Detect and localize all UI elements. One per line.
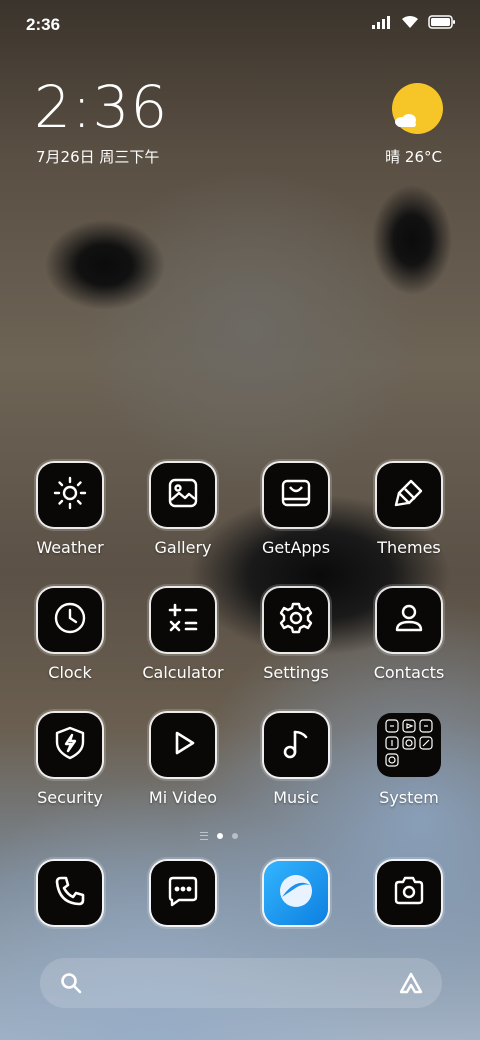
dock-phone[interactable] [14,861,126,925]
app-clock[interactable]: Clock [14,588,126,682]
clock-widget-time[interactable]: 2:36 [34,78,168,136]
app-music[interactable]: Music [240,713,352,807]
app-security[interactable]: Security [14,713,126,807]
app-label: Weather [36,538,104,557]
app-label: Calculator [142,663,224,682]
app-settings[interactable]: Settings [240,588,352,682]
weather-text: 晴 26°C [385,148,442,166]
store-icon [278,475,314,515]
search-bar[interactable] [40,958,442,1008]
app-system-folder[interactable]: System [353,713,465,807]
assistant-icon[interactable] [398,971,424,999]
gear-icon [277,599,315,641]
search-icon[interactable] [60,972,82,998]
sun-icon [51,474,89,516]
app-label: Gallery [154,538,212,557]
app-label: Themes [377,538,441,557]
app-gallery[interactable]: Gallery [127,463,239,557]
app-label: Music [273,788,319,807]
app-label: Mi Video [148,788,218,807]
status-time: 2:36 [26,15,61,34]
calculator-icon [164,599,202,641]
status-icons [372,14,456,33]
message-icon [165,873,201,913]
image-icon [165,475,201,515]
app-label: Contacts [373,663,445,682]
cellular-signal-icon [372,14,392,33]
menu-lines-icon [200,832,208,840]
folder-grid-icon [383,717,435,773]
play-icon [165,725,201,765]
app-label: GetApps [261,538,331,557]
app-themes[interactable]: Themes [353,463,465,557]
phone-icon [52,873,88,913]
wifi-icon [400,14,420,33]
app-calculator[interactable]: Calculator [127,588,239,682]
dock-browser[interactable] [240,861,352,925]
paintbrush-icon [391,475,427,515]
dock-messages[interactable] [127,861,239,925]
browser-icon [272,867,320,919]
app-label: Settings [263,663,329,682]
page-dot-active [217,833,223,839]
cloud-icon [395,114,416,127]
music-note-icon [278,725,314,765]
clock-icon [51,599,89,641]
status-bar: 2:36 [0,0,480,52]
app-mi-video[interactable]: Mi Video [127,713,239,807]
person-icon [390,599,428,641]
shield-bolt-icon [51,724,89,766]
camera-icon [391,873,427,913]
app-label: System [379,788,439,807]
dock-camera[interactable] [353,861,465,925]
battery-icon [428,14,456,33]
app-weather[interactable]: Weather [14,463,126,557]
page-indicator [200,832,238,840]
app-label: Security [37,788,103,807]
app-contacts[interactable]: Contacts [353,588,465,682]
page-dot [232,833,238,839]
app-getapps[interactable]: GetApps [240,463,352,557]
clock-widget-date: 7月26日 周三下午 [36,148,160,166]
app-label: Clock [48,663,92,682]
